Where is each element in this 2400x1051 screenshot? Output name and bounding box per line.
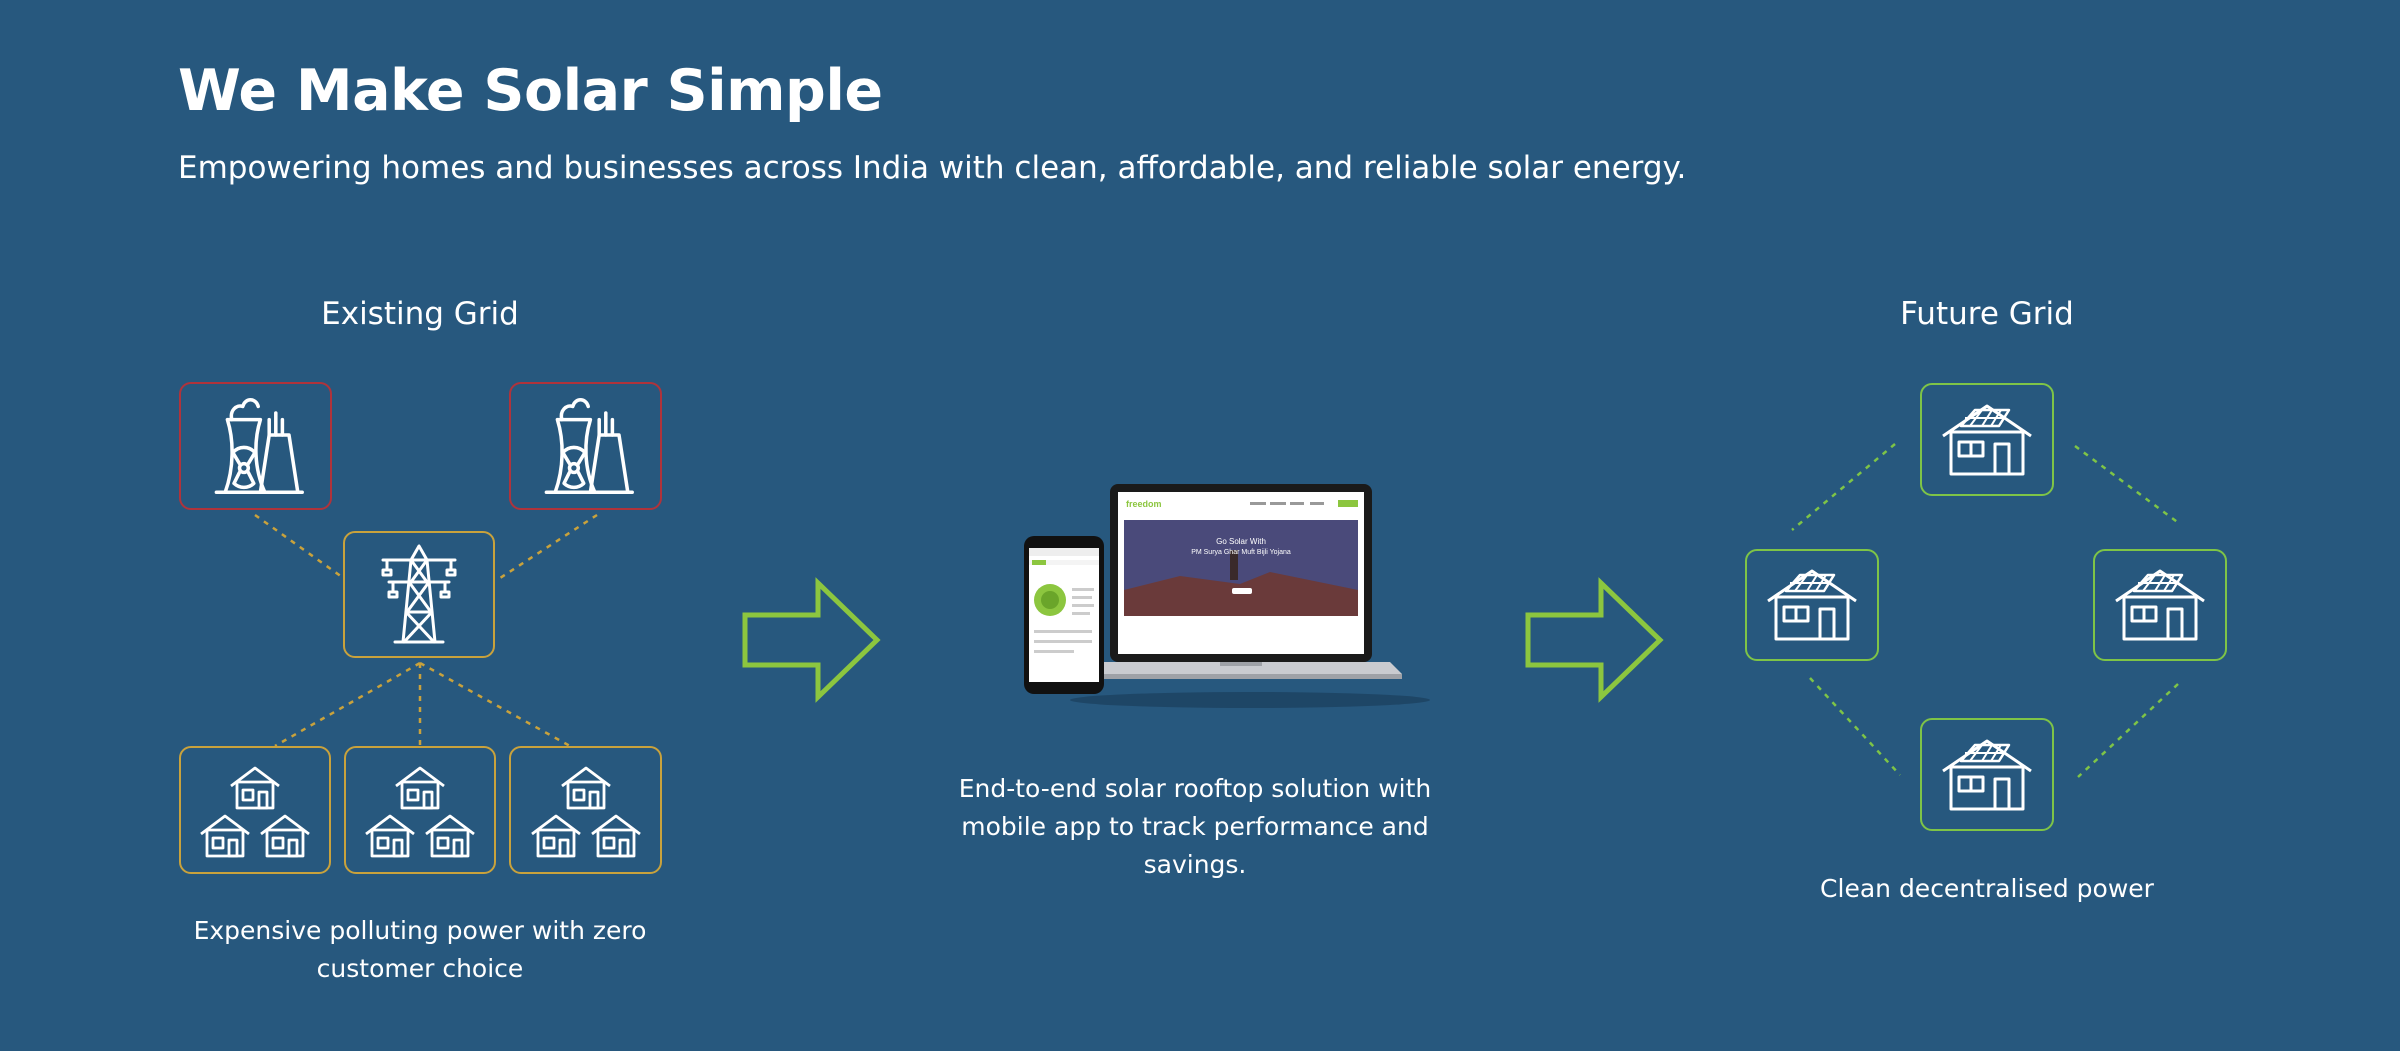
- solar-house-icon: [2110, 565, 2210, 645]
- power-plant-box-left: [179, 382, 332, 510]
- laptop-hero-line1: Go Solar With: [1216, 537, 1266, 546]
- solar-house-box-bottom: [1920, 718, 2054, 831]
- page-subtitle: Empowering homes and businesses across I…: [178, 150, 1687, 186]
- solar-house-icon: [1937, 735, 2037, 815]
- houses-cluster-icon: [526, 760, 646, 860]
- right-arrow-icon: [742, 577, 881, 703]
- houses-cluster-icon: [360, 760, 480, 860]
- svg-text:freedom: freedom: [1126, 499, 1162, 509]
- laptop-icon: freedom Go Solar With PM Surya Ghar Muft…: [1080, 484, 1402, 679]
- nuclear-plant-icon: [201, 391, 311, 501]
- solar-house-icon: [1937, 400, 2037, 480]
- solar-house-icon: [1762, 565, 1862, 645]
- existing-grid-caption: Expensive polluting power with zero cust…: [170, 912, 670, 988]
- existing-grid-title: Existing Grid: [321, 296, 519, 332]
- solution-caption-line: savings.: [1143, 850, 1247, 879]
- nuclear-plant-icon: [531, 391, 641, 501]
- page-title: We Make Solar Simple: [178, 58, 883, 124]
- future-grid-title: Future Grid: [1900, 296, 2074, 332]
- solution-caption: End-to-end solar rooftop solution with m…: [945, 770, 1445, 884]
- future-grid-caption: Clean decentralised power: [1820, 874, 2154, 903]
- power-plant-box-right: [509, 382, 662, 510]
- houses-box-3: [509, 746, 662, 874]
- right-arrow-icon: [1525, 577, 1664, 703]
- solution-caption-line: End-to-end solar rooftop solution with: [958, 774, 1432, 803]
- smartphone-icon: [1024, 536, 1104, 694]
- houses-box-2: [344, 746, 496, 874]
- solar-house-box-right: [2093, 549, 2227, 661]
- transmission-tower-icon: [369, 542, 469, 647]
- transmission-tower-box: [343, 531, 495, 658]
- solution-caption-line: mobile app to track performance and: [961, 812, 1429, 841]
- laptop-hero-line2: PM Surya Ghar Muft Bijli Yojana: [1191, 549, 1291, 556]
- solar-house-box-left: [1745, 549, 1879, 661]
- solar-house-box-top: [1920, 383, 2054, 496]
- houses-box-1: [179, 746, 331, 874]
- existing-grid-caption-line: customer choice: [316, 954, 524, 983]
- existing-grid-caption-line: Expensive polluting power with zero: [193, 916, 647, 945]
- devices-illustration: freedom Go Solar With PM Surya Ghar Muft…: [1020, 480, 1440, 720]
- houses-cluster-icon: [195, 760, 315, 860]
